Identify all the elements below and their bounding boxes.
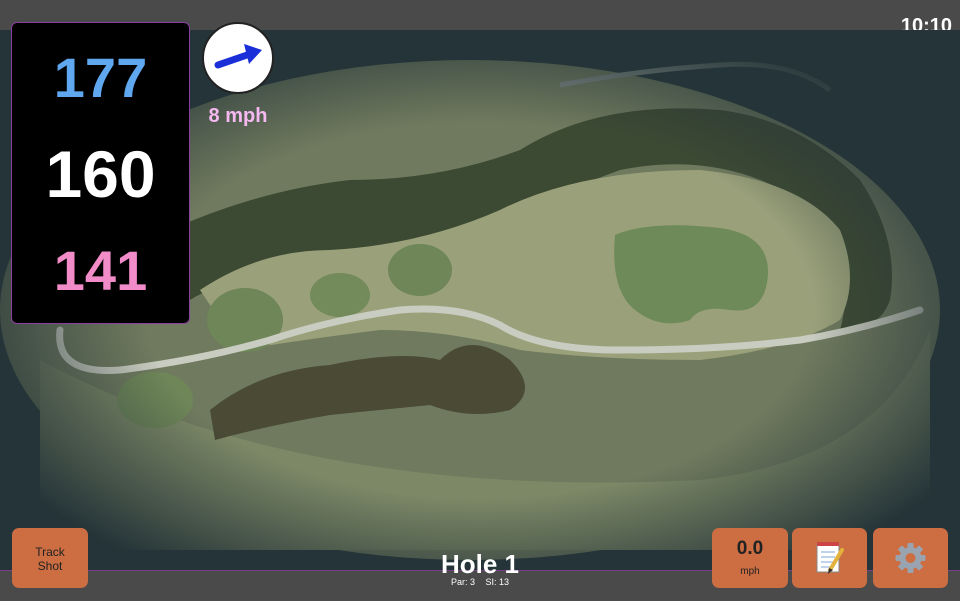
hole-info: Par: 3 SI: 13 [380,577,580,587]
notes-button[interactable] [792,528,867,588]
wind-indicator [202,22,274,94]
hole-title: Hole 1 [440,549,520,579]
hole-stroke-index: SI: 13 [485,577,510,587]
speed-button[interactable]: 0.0 mph [712,528,788,588]
front-distance: 141 [53,239,148,302]
track-shot-label: Track Shot [35,545,65,573]
speed-unit: mph [740,566,760,577]
notepad-icon [816,542,844,574]
middle-distance: 160 [45,137,156,211]
wind-arrow-icon [214,44,262,69]
track-shot-button[interactable]: Track Shot [12,528,88,588]
speed-value: 0.0 [736,538,764,559]
gear-icon [895,543,926,573]
back-distance: 177 [53,46,148,109]
wind-speed: 8 mph [208,105,268,127]
hole-par: Par: 3 [450,577,475,587]
distance-panel: 177 160 141 [11,22,190,324]
settings-button[interactable] [873,528,948,588]
